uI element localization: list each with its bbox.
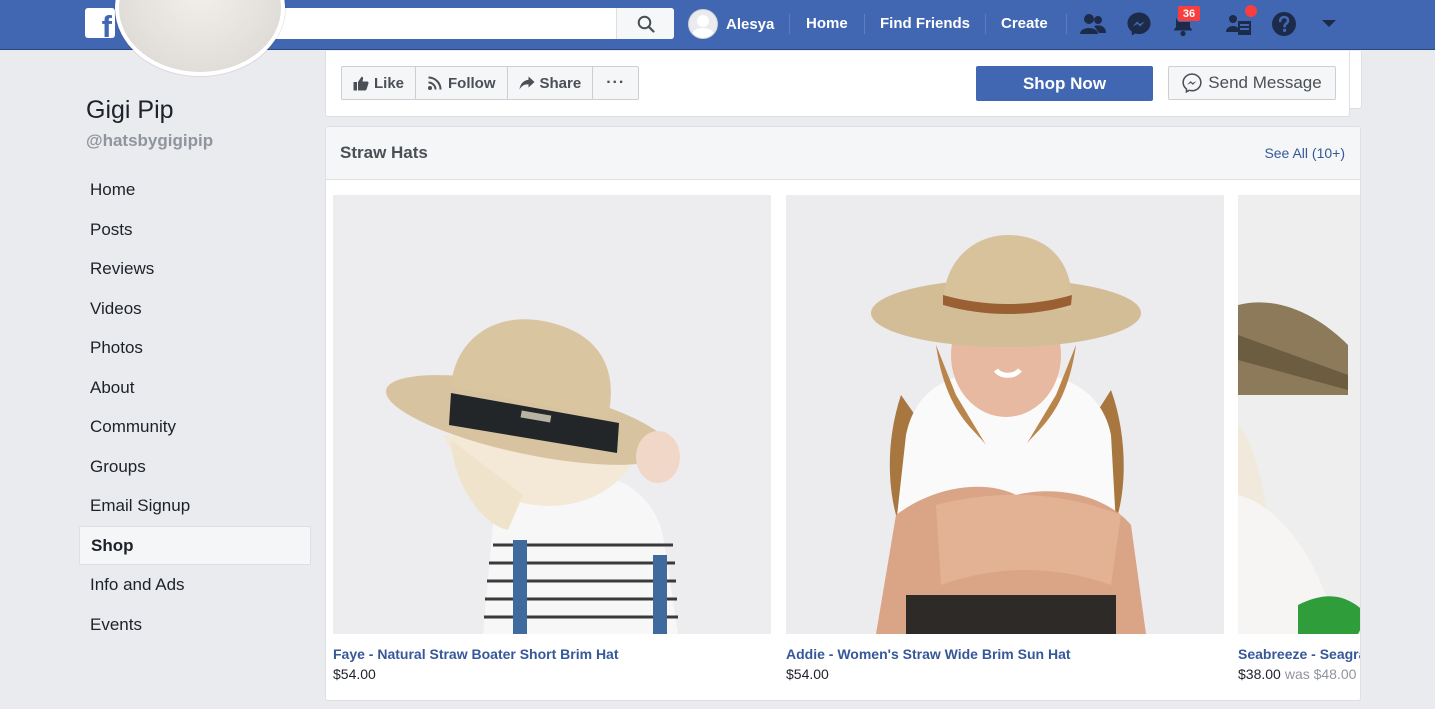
share-label: Share	[539, 74, 582, 92]
product-image[interactable]	[333, 195, 771, 634]
product-title[interactable]: Addie - Women's Straw Wide Brim Sun Hat	[786, 646, 1224, 662]
sidebar-item-events[interactable]: Events	[79, 605, 311, 645]
product-price: $54.00	[786, 666, 1224, 682]
pages-alert-dot	[1244, 4, 1258, 18]
product-price: $54.00	[333, 666, 771, 682]
sidebar-item-photos[interactable]: Photos	[79, 328, 311, 368]
product-price: $38.00 was $48.00	[1238, 666, 1360, 682]
rss-follow-icon	[428, 76, 442, 90]
shop-collection-header: Straw Hats See All (10+)	[326, 127, 1360, 180]
sidebar-item-about[interactable]: About	[79, 368, 311, 408]
product-image[interactable]	[1238, 195, 1360, 634]
help-question-icon	[1272, 12, 1296, 36]
price-value: $54.00	[333, 666, 376, 682]
sidebar-item-videos[interactable]: Videos	[79, 289, 311, 329]
user-avatar	[688, 9, 718, 39]
product-photo-wide-brim-hat	[786, 195, 1224, 634]
sidebar-item-info-and-ads[interactable]: Info and Ads	[79, 565, 311, 605]
page-handle[interactable]: @hatsbygigipip	[86, 131, 213, 151]
product-card[interactable]: Faye - Natural Straw Boater Short Brim H…	[333, 195, 771, 682]
thumbs-up-icon	[353, 76, 369, 90]
more-options-button[interactable]: ···	[593, 67, 638, 99]
product-card[interactable]: Addie - Women's Straw Wide Brim Sun Hat …	[786, 195, 1224, 682]
page-profile-picture[interactable]	[115, 0, 285, 76]
price-value: $38.00	[1238, 666, 1281, 682]
like-label: Like	[374, 74, 405, 92]
sidebar-item-posts[interactable]: Posts	[79, 210, 311, 250]
product-card[interactable]: Seabreeze - Seagrass $38.00was $48.00	[1238, 195, 1360, 682]
page-side-navigation: Home Posts Reviews Videos Photos About C…	[79, 170, 311, 644]
sidebar-item-community[interactable]: Community	[79, 407, 311, 447]
notification-count-badge: 36	[1177, 5, 1201, 22]
nav-link-home[interactable]: Home	[806, 9, 848, 39]
facebook-logo-icon[interactable]: f	[85, 8, 115, 38]
price-value: $54.00	[786, 666, 829, 682]
sidebar-item-email-signup[interactable]: Email Signup	[79, 486, 311, 526]
nav-user-profile-link[interactable]: Alesya	[688, 9, 774, 39]
product-image[interactable]	[786, 195, 1224, 634]
nav-divider	[864, 14, 865, 34]
follow-button[interactable]: Follow	[416, 67, 508, 99]
nav-divider	[1066, 14, 1067, 34]
shop-now-button[interactable]: Shop Now	[976, 66, 1153, 101]
nav-link-find-friends[interactable]: Find Friends	[880, 9, 970, 39]
sidebar-item-groups[interactable]: Groups	[79, 447, 311, 487]
page-name[interactable]: Gigi Pip	[86, 96, 174, 125]
friend-requests-button[interactable]	[1078, 10, 1108, 38]
sidebar-item-shop[interactable]: Shop	[79, 525, 311, 565]
friends-icon	[1080, 14, 1106, 34]
see-all-link[interactable]: See All (10+)	[1264, 145, 1345, 161]
product-title[interactable]: Seabreeze - Seagrass	[1238, 646, 1360, 662]
logo-letter: f	[101, 9, 112, 38]
send-message-label: Send Message	[1208, 73, 1322, 92]
messenger-icon	[1182, 73, 1202, 93]
nav-divider	[789, 14, 790, 34]
page-action-bar: Like Follow Share ··· Shop Now Send Mess…	[325, 51, 1350, 117]
nav-divider	[985, 14, 986, 34]
help-button[interactable]	[1269, 10, 1299, 38]
collection-title: Straw Hats	[340, 143, 428, 162]
sidebar-item-reviews[interactable]: Reviews	[79, 249, 311, 289]
sidebar-item-home[interactable]: Home	[79, 170, 311, 210]
product-title[interactable]: Faye - Natural Straw Boater Short Brim H…	[333, 646, 771, 662]
page-actions-group: Like Follow Share ···	[341, 66, 640, 100]
nav-link-create[interactable]: Create	[1001, 9, 1048, 39]
chevron-down-icon	[1322, 20, 1336, 27]
cover-card-edge	[1350, 51, 1362, 109]
shop-collection-card: Straw Hats See All (10+) Faye - Natural	[325, 126, 1361, 701]
follow-label: Follow	[448, 74, 496, 92]
product-photo-boater-hat	[333, 195, 771, 634]
more-options-icon: ···	[606, 74, 626, 91]
share-button[interactable]: Share	[508, 67, 594, 99]
account-menu-button[interactable]	[1314, 10, 1344, 38]
like-button[interactable]: Like	[342, 67, 417, 99]
messenger-button[interactable]	[1124, 10, 1154, 38]
messenger-icon	[1127, 12, 1151, 36]
original-price: was $48.00	[1284, 666, 1357, 682]
search-button[interactable]	[616, 8, 674, 39]
send-message-button[interactable]: Send Message	[1168, 66, 1336, 100]
user-name: Alesya	[726, 15, 775, 33]
share-arrow-icon	[519, 76, 535, 90]
product-photo-seagrass-hat	[1238, 195, 1360, 634]
search-icon	[637, 15, 655, 33]
